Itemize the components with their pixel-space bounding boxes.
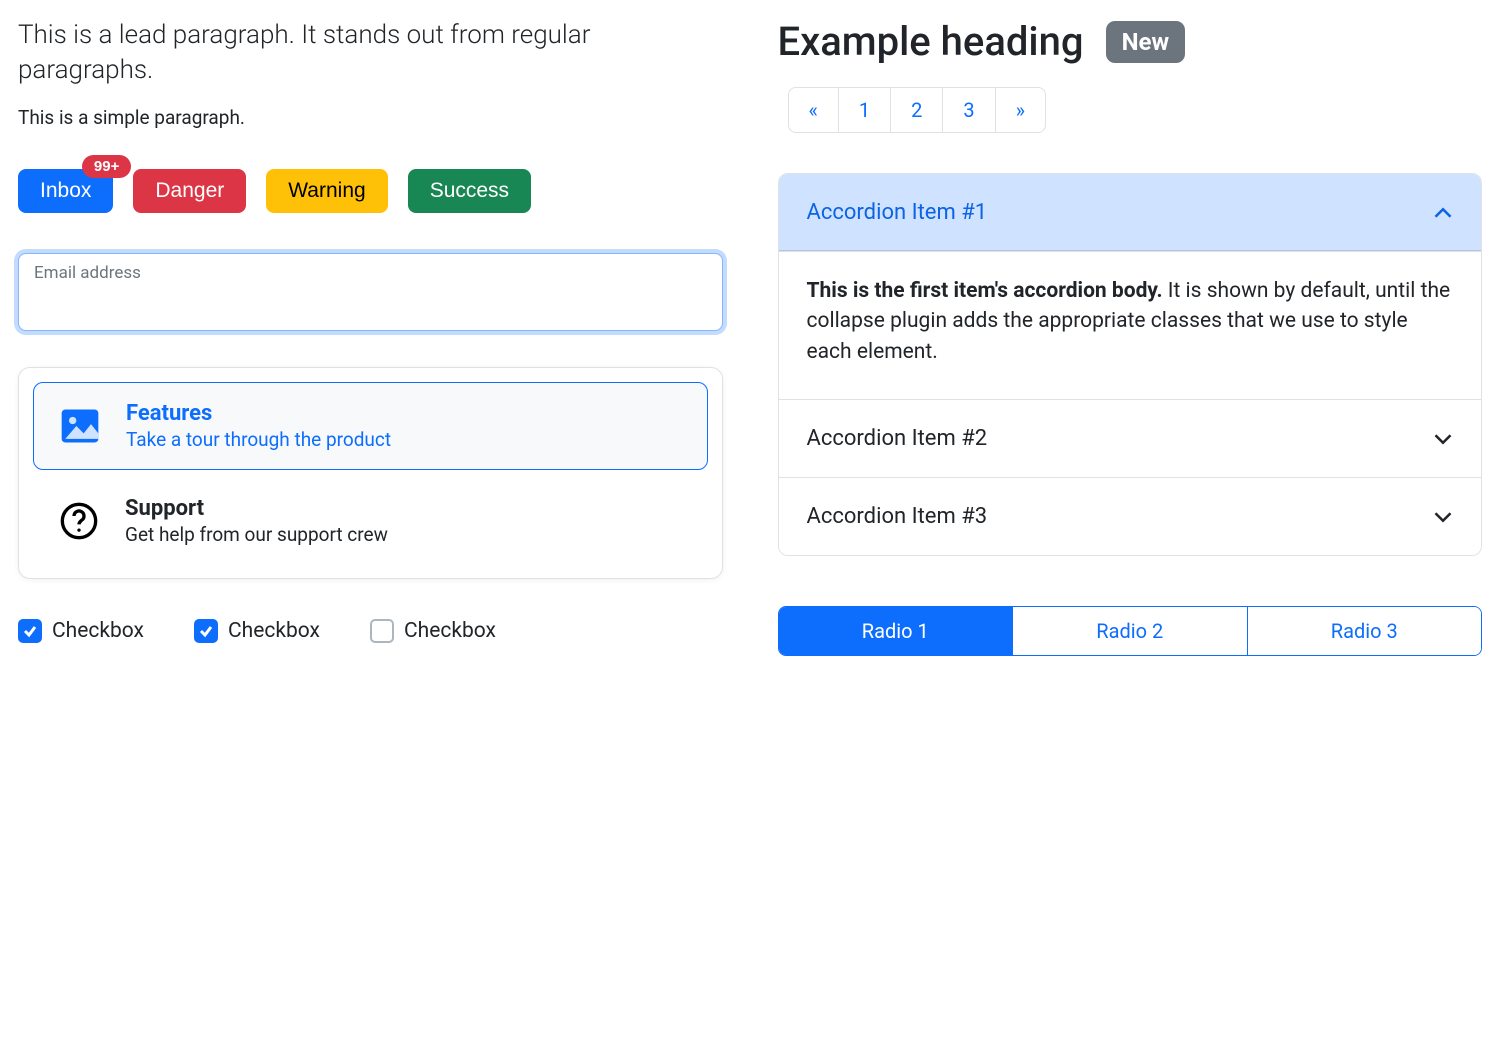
page-3[interactable]: 3: [942, 87, 995, 133]
check-icon: [18, 619, 42, 643]
accordion-header-3[interactable]: Accordion Item #3: [779, 478, 1482, 555]
simple-paragraph: This is a simple paragraph.: [18, 106, 723, 129]
list-item-title: Features: [126, 401, 391, 426]
danger-button[interactable]: Danger: [133, 169, 246, 213]
accordion-title: Accordion Item #2: [807, 426, 988, 451]
checkbox-label: Checkbox: [228, 619, 320, 643]
accordion: Accordion Item #1 This is the first item…: [778, 173, 1483, 556]
heading-row: Example heading New: [778, 18, 1483, 65]
page-prev[interactable]: «: [788, 87, 839, 133]
page-1[interactable]: 1: [838, 87, 891, 133]
email-input[interactable]: [18, 253, 723, 331]
radio-3[interactable]: Radio 3: [1247, 607, 1482, 655]
chevron-double-left-icon: «: [809, 98, 818, 122]
chevron-double-right-icon: »: [1016, 98, 1025, 122]
list-item-title: Support: [125, 496, 388, 521]
list-item-subtitle: Get help from our support crew: [125, 523, 388, 546]
chevron-up-icon: [1433, 203, 1453, 223]
page-heading: Example heading: [778, 18, 1084, 65]
page-next[interactable]: »: [995, 87, 1046, 133]
list-item-support[interactable]: Support Get help from our support crew: [33, 478, 708, 564]
page-2[interactable]: 2: [890, 87, 943, 133]
chevron-down-icon: [1433, 507, 1453, 527]
inbox-badge: 99+: [82, 155, 131, 178]
accordion-body-strong: This is the first item's accordion body.: [807, 279, 1163, 303]
checkbox-row: Checkbox Checkbox Checkbox: [18, 619, 723, 643]
accordion-item-3: Accordion Item #3: [779, 477, 1482, 555]
accordion-header-1[interactable]: Accordion Item #1: [779, 174, 1482, 251]
list-item-features[interactable]: Features Take a tour through the product: [33, 382, 708, 470]
email-field-wrapper: Email address: [18, 253, 723, 331]
checkbox-label: Checkbox: [52, 619, 144, 643]
accordion-item-2: Accordion Item #2: [779, 399, 1482, 477]
list-card: Features Take a tour through the product…: [18, 367, 723, 579]
radio-2[interactable]: Radio 2: [1012, 607, 1247, 655]
accordion-title: Accordion Item #3: [807, 504, 988, 529]
accordion-header-2[interactable]: Accordion Item #2: [779, 400, 1482, 477]
inbox-button-label: Inbox: [40, 179, 91, 202]
button-row: Inbox 99+ Danger Warning Success: [18, 169, 723, 213]
inbox-button[interactable]: Inbox 99+: [18, 169, 113, 213]
pagination: « 1 2 3 »: [788, 87, 1483, 133]
checkbox-label: Checkbox: [404, 619, 496, 643]
checkbox-3[interactable]: Checkbox: [370, 619, 496, 643]
lead-paragraph: This is a lead paragraph. It stands out …: [18, 18, 723, 88]
new-badge: New: [1106, 21, 1186, 63]
checkbox-2[interactable]: Checkbox: [194, 619, 320, 643]
question-circle-icon: [53, 499, 105, 543]
accordion-item-1: Accordion Item #1 This is the first item…: [779, 174, 1482, 399]
success-button[interactable]: Success: [408, 169, 531, 213]
image-icon: [54, 404, 106, 448]
radio-group: Radio 1 Radio 2 Radio 3: [778, 606, 1483, 656]
checkbox-empty-icon: [370, 619, 394, 643]
chevron-down-icon: [1433, 429, 1453, 449]
accordion-title: Accordion Item #1: [807, 200, 988, 225]
checkbox-1[interactable]: Checkbox: [18, 619, 144, 643]
accordion-body-1: This is the first item's accordion body.…: [779, 251, 1482, 399]
radio-1[interactable]: Radio 1: [779, 607, 1013, 655]
warning-button[interactable]: Warning: [266, 169, 387, 213]
list-item-subtitle: Take a tour through the product: [126, 428, 391, 451]
check-icon: [194, 619, 218, 643]
